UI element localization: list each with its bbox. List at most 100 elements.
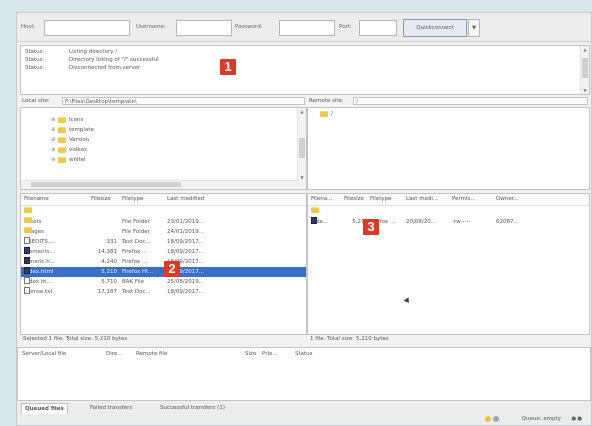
scroll-down-icon[interactable]: ▼ [581, 88, 589, 93]
log-scrollbar[interactable]: ▲ ▼ [580, 46, 589, 94]
queue-column-direction[interactable]: Dire... [106, 351, 123, 357]
remote-site-bar: Remote site: / [307, 96, 588, 106]
password-label: Password: [235, 24, 263, 30]
table-cell: 4,240 [101, 259, 117, 265]
table-row[interactable]: assets File Folder 23/01/2019... [21, 217, 306, 227]
table-cell: File Folder [122, 219, 150, 225]
activity-light-icon [485, 416, 491, 422]
table-cell: .. [311, 207, 343, 217]
tree-item[interactable]: ⊕ template [51, 126, 94, 135]
local-tree-hscrollbar[interactable] [21, 180, 298, 189]
remote-status: 1 file. Total size: 5,210 bytes [307, 335, 588, 344]
table-cell: 62087... [496, 219, 519, 225]
local-path-input[interactable]: F:\Files\Desktop\template\ [62, 97, 305, 105]
message-log[interactable]: Status: Listing directory / Status: Direct… [20, 45, 590, 95]
remote-list-header: Filena... Filesize Filetype Last modi...… [308, 194, 589, 206]
column-last-modified[interactable]: Last modi... [406, 196, 438, 202]
folder-icon [58, 116, 66, 123]
column-permissions[interactable]: Permis... [452, 196, 476, 202]
table-cell: 17,187 [97, 289, 117, 295]
table-cell: BAK File [122, 279, 145, 285]
html-file-icon [24, 267, 30, 274]
connection-icon [493, 416, 499, 422]
username-input[interactable] [176, 20, 232, 36]
table-row[interactable]: inde... 5,210 Firefox ... 20/08/20... -rw---… [308, 217, 589, 227]
table-cell: 24/01/2019... [167, 229, 204, 235]
folder-icon [58, 146, 66, 153]
column-last-modified[interactable]: Last modified [167, 196, 204, 202]
tree-item[interactable]: ⊕ Version [51, 136, 89, 145]
folder-icon [311, 207, 319, 213]
column-filesize[interactable]: Filesize [91, 196, 111, 202]
table-cell: index.html [24, 267, 54, 275]
scrollbar-thumb[interactable] [582, 58, 588, 78]
remote-file-list[interactable]: Filena... Filesize Filetype Last modi...… [307, 193, 590, 335]
column-filetype[interactable]: Filetype [122, 196, 144, 202]
table-row[interactable]: images File Folder 24/01/2019... [21, 227, 306, 237]
queue-column-status[interactable]: Status [295, 351, 313, 357]
queue-column-size[interactable]: Size [245, 351, 256, 357]
tab-queued-files[interactable]: Queued files [21, 403, 68, 414]
host-label: Host: [21, 24, 36, 30]
local-tree-scrollbar[interactable]: ▲ ▼ [297, 108, 306, 189]
queue-column-local-file[interactable]: Server/Local file [22, 351, 66, 357]
remote-tree[interactable]: / [307, 107, 590, 190]
table-cell: 20/08/20... [406, 219, 436, 225]
table-cell: 23/01/2019... [167, 219, 204, 225]
table-row[interactable]: elements... 14,381 Firefox ... 18/09/2017..… [21, 247, 306, 257]
table-row[interactable]: index.ht... 5,710 BAK File 25/08/2019... [21, 277, 306, 287]
remote-site-label: Remote site: [309, 98, 344, 104]
queue-column-priority[interactable]: Prio... [262, 351, 278, 357]
column-filetype[interactable]: Filetype [370, 196, 392, 202]
table-cell: 25/08/2019... [167, 279, 204, 285]
table-cell: Firefox ... [122, 249, 148, 255]
scroll-down-icon[interactable]: ▼ [298, 175, 306, 180]
callout-badge-2: 2 [164, 261, 180, 277]
table-cell: images [24, 227, 44, 235]
local-tree[interactable]: ⊕ Icons ⊕ template ⊕ Version ⊕ videos ⊕ white… [20, 107, 307, 190]
table-row[interactable]: .. [308, 207, 589, 217]
folder-icon [24, 227, 32, 233]
tree-item[interactable]: ⊕ Icons [51, 116, 83, 125]
tree-item[interactable]: / [320, 110, 333, 119]
tree-item[interactable]: ⊕ videos [51, 146, 87, 155]
quickconnect-bar: Host: Username: Password: Port: Quickcon… [17, 13, 591, 42]
tab-failed-transfers[interactable]: Failed transfers [87, 403, 135, 413]
column-filesize[interactable]: Filesize [344, 196, 364, 202]
queue-status: Queue: empty [521, 416, 561, 422]
table-cell: inde... [311, 217, 329, 225]
transfer-queue[interactable]: Server/Local file Dire... Remote file Si… [17, 347, 591, 401]
log-line: Status: Disconnected from server [25, 65, 141, 71]
html-file-icon [311, 217, 317, 224]
quickconnect-button[interactable]: Quickconnect [403, 19, 467, 37]
table-cell: File Folder [122, 229, 150, 235]
tab-successful-transfers[interactable]: Successful transfers (1) [157, 403, 228, 413]
file-icon [24, 237, 30, 244]
callout-badge-3: 3 [363, 219, 379, 235]
column-filename[interactable]: Filename [24, 196, 49, 202]
password-input[interactable] [279, 20, 335, 36]
table-row[interactable]: .. [21, 207, 306, 217]
column-owner[interactable]: Owner... [496, 196, 519, 202]
table-cell: CREDITS... [24, 237, 54, 245]
table-row[interactable]: license.txt 17,187 Text Doc... 18/09/2017..… [21, 287, 306, 297]
host-input[interactable] [44, 20, 130, 36]
local-site-label: Local site: [22, 98, 50, 104]
table-cell: Text Doc... [122, 239, 151, 245]
scrollbar-thumb[interactable] [31, 182, 181, 187]
filezilla-window: Host: Username: Password: Port: Quickcon… [16, 12, 592, 426]
scroll-up-icon[interactable]: ▲ [581, 47, 589, 52]
status-bar: Queue: empty ●● [17, 414, 591, 425]
remote-path-input[interactable]: / [353, 97, 588, 105]
local-site-bar: Local site: F:\Files\Desktop\template\ [20, 96, 305, 106]
tree-item[interactable]: ⊕ whitel [51, 156, 86, 165]
scroll-up-icon[interactable]: ▲ [298, 109, 306, 114]
folder-icon [58, 136, 66, 143]
indicator-dots-icon: ●● [571, 416, 583, 422]
port-input[interactable] [359, 20, 397, 36]
scrollbar-thumb[interactable] [299, 138, 305, 158]
table-row[interactable]: CREDITS... 331 Text Doc... 18/09/2017... [21, 237, 306, 247]
column-filename[interactable]: Filena... [311, 196, 332, 202]
chevron-down-icon[interactable]: ▼ [468, 19, 480, 37]
queue-column-remote-file[interactable]: Remote file [136, 351, 167, 357]
